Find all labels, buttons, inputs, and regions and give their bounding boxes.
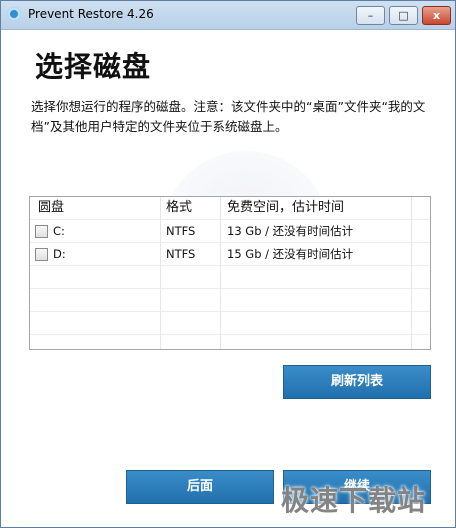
page-description: 选择你想运行的程序的磁盘。注意：该文件夹中的“桌面”文件夹“我的文档”及其他用户… bbox=[31, 99, 426, 134]
app-window: Prevent Restore 4.26 – □ x 选择磁盘 选择你想运行的程… bbox=[0, 0, 456, 528]
maximize-button[interactable]: □ bbox=[389, 6, 418, 25]
title-bar[interactable]: Prevent Restore 4.26 – □ x bbox=[1, 1, 455, 30]
minimize-button[interactable]: – bbox=[356, 6, 385, 25]
back-button[interactable]: 后面 bbox=[126, 470, 274, 504]
table-row[interactable]: C: NTFS 13 Gb / 还没有时间估计 bbox=[30, 220, 430, 242]
disk-format: NTFS bbox=[166, 224, 196, 238]
window-title: Prevent Restore 4.26 bbox=[28, 7, 154, 21]
disk-name: C: bbox=[53, 224, 65, 238]
disk-free-space: 13 Gb / 还没有时间估计 bbox=[227, 224, 354, 238]
disk-checkbox[interactable] bbox=[35, 225, 48, 238]
site-watermark-text: 极速下载站 bbox=[281, 484, 427, 517]
row-divider bbox=[30, 334, 430, 335]
column-header-format[interactable]: 格式 bbox=[166, 197, 192, 219]
row-divider bbox=[30, 265, 430, 266]
disk-table: 圆盘 格式 免费空间，估计时间 C: NTFS 13 Gb / 还没有时间估计 … bbox=[29, 196, 431, 350]
close-button[interactable]: x bbox=[422, 6, 451, 25]
column-header-disk[interactable]: 圆盘 bbox=[38, 197, 64, 219]
refresh-list-button[interactable]: 刷新列表 bbox=[283, 365, 431, 399]
page-title: 选择磁盘 bbox=[35, 50, 152, 83]
column-header-free-space[interactable]: 免费空间，估计时间 bbox=[227, 197, 344, 219]
row-divider bbox=[30, 288, 430, 289]
table-row[interactable]: D: NTFS 15 Gb / 还没有时间估计 bbox=[30, 243, 430, 265]
disk-name: D: bbox=[53, 247, 66, 261]
app-logo-icon bbox=[7, 7, 21, 21]
disk-format: NTFS bbox=[166, 247, 196, 261]
disk-free-space: 15 Gb / 还没有时间估计 bbox=[227, 247, 354, 261]
row-divider bbox=[30, 311, 430, 312]
disk-checkbox[interactable] bbox=[35, 248, 48, 261]
